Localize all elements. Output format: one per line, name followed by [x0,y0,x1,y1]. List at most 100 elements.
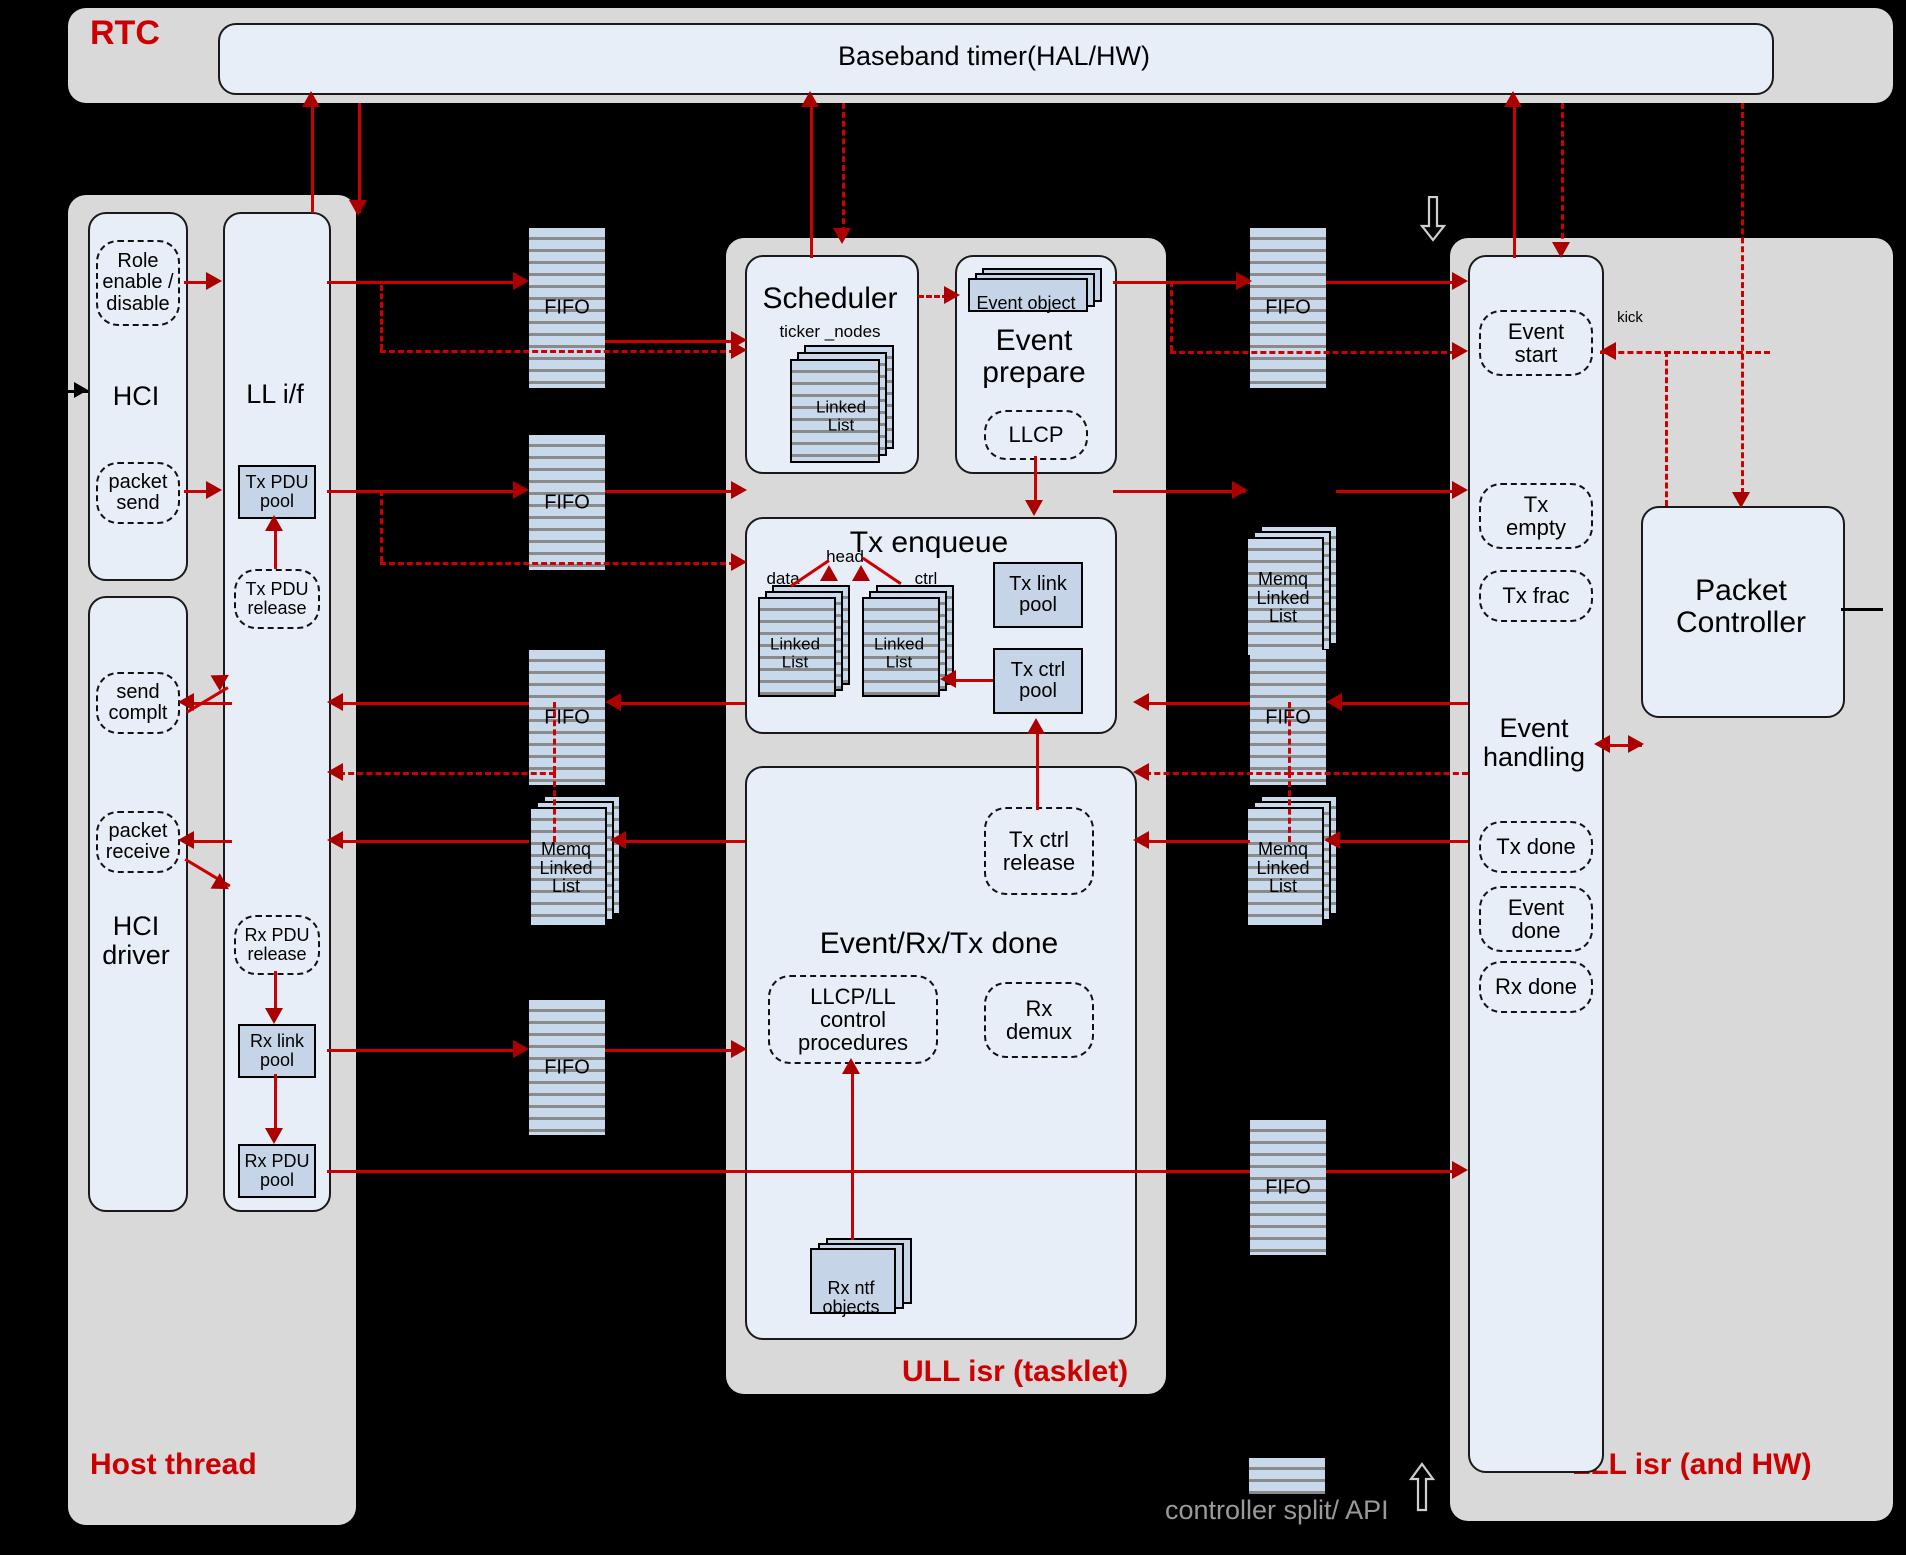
diagram-canvas: RTC Baseband timer(HAL/HW) Host thread H… [0,0,1906,1555]
llcp-ll-control-procedures-box: LLCP/LL control procedures [768,975,938,1064]
memq-label: Memq Linked List [1246,839,1320,897]
tx-ctrl-line2: List [885,652,913,672]
memq-line2: Linked [1256,857,1310,878]
scheduler-linked-list-stack: Linked List [790,345,894,463]
conn-rxdone-to-memq [1336,840,1468,843]
lane-label-lll-isr: LLL isr (and HW) [1572,1448,1812,1481]
linked-list-label: Linked List [790,397,892,435]
event-handling-title: Event handling [1468,714,1600,771]
memq-line2: Linked [539,857,593,878]
llcp-box: LLCP [984,410,1088,460]
conn-rxpdurelease-to-rxlink [274,971,277,1011]
conn-memq-to-txfrac [1336,490,1456,493]
tx-frac-box: Tx frac [1479,570,1593,622]
memq-line1: Memq [1257,568,1308,589]
arrow-txctrlrelease-to-pool [1027,718,1045,734]
conn-dashed-prepare-down [1170,281,1173,351]
rx-pdu-release-box: Rx PDU release [234,915,320,975]
fifo-ull-to-lll-prepare: FIFO [1250,228,1326,388]
event-done-line1: Event [1507,894,1565,920]
fifo-label: FIFO [544,296,590,319]
arrow-memq-to-ulldone [1133,831,1149,849]
conn-fifo-to-txenqueue [605,490,733,493]
rx-done-label: Rx done [1495,974,1577,1000]
packet-receive-line2: receive [105,841,171,863]
arrow-scheduler-to-rtc [801,91,819,107]
fifo-label: FIFO [1265,1176,1311,1199]
conn-memq-to-ulldone [1145,840,1250,843]
memq-line3: List [551,876,580,897]
rx-demux-line2: demux [1005,1019,1073,1044]
arrow-memq-to-txfrac [1452,481,1468,499]
conn-dashed-prepare-right [1170,351,1456,354]
arrow-head-data [820,565,838,581]
arrow-dashed-tx-to-enqueue [731,553,747,571]
tx-pdu-release-box: Tx PDU release [234,569,320,629]
conn-done-to-fifo-left [617,702,745,705]
arrow-txpdupool-to-fifo [513,481,529,499]
tx-done-box: Tx done [1479,821,1593,873]
tx-ctrl-pool-line2: pool [1019,680,1057,702]
arrow-llcp-to-txenqueue [1025,500,1043,516]
linked-list-line1: Linked [815,397,867,417]
fifo-label: FIFO [1265,296,1311,319]
memq-line2: Linked [1256,587,1310,608]
conn-kick-tail [1600,351,1670,354]
event-prepare-line2: prepare [982,355,1086,389]
conn-dashed-eventdone-right [1288,772,1468,775]
conn-kick-v [1665,351,1668,506]
tx-empty-line2: empty [1506,515,1566,540]
ticker-nodes-label: ticker _nodes [779,322,881,341]
packet-controller-line2: Controller [1675,605,1807,639]
conn-to-packetreceive [190,840,232,843]
tx-pdu-pool-line2: pool [259,491,295,511]
arrow-to-packetreceive [178,831,194,849]
rx-ntf-objects-stack: Rx ntf objects [810,1238,916,1318]
tx-ctrl-line1: Linked [873,634,925,654]
packet-receive-line1: packet [108,819,168,842]
tx-data-linked-list-stack: Linked List [758,585,850,697]
memq-label: Memq Linked List [1246,568,1320,626]
llcp-ll-line3: procedures [797,1030,909,1056]
conn-kick-h [1665,351,1770,354]
arrow-fifo-to-txenqueue [731,481,747,499]
event-handling-line2: handling [1482,741,1586,772]
tx-ctrl-release-line2: release [1002,850,1076,875]
event-prepare-title: Event prepare [955,325,1113,389]
conn-rxpdupool-to-bottomfifo [327,1170,1250,1173]
arrow-rtc-to-llif [349,200,367,216]
event-handling-line1: Event [1499,713,1569,743]
fifo-label: FIFO [544,491,590,514]
arrow-dashed-done-to-llif [327,763,343,781]
arrow-role-to-llif [206,272,222,290]
tx-link-pool-line1: Tx link [1009,572,1067,595]
conn-llcp-to-txenqueue [1034,456,1037,502]
arrow-scheduler-to-eventprepare [944,286,960,304]
conn-dashed-eventdone-up [1288,702,1291,772]
arrow-bottomfifo-to-lll [1452,1161,1468,1179]
rx-pdu-pool-box: Rx PDU pool [238,1144,316,1198]
conn-dashed-done-left [339,772,555,775]
conn-rtc-to-lll-down [1561,103,1564,248]
tx-data-line2: List [781,652,809,672]
conn-dashed-tx-down [380,490,383,562]
conn-txpdupool-to-fifo [327,490,515,493]
arrow-memq-to-llif-left [327,831,343,849]
memq-line1: Memq [540,838,591,859]
conn-txctrlrelease-to-pool [1036,730,1039,810]
conn-role-to-llif [184,281,208,284]
packet-controller-title: Packet Controller [1641,575,1841,639]
memq-lll-to-ull-rx: Memq Linked List [1246,795,1338,927]
tx-ctrl-release-line1: Tx ctrl [1009,826,1069,852]
conn-txctrlpool-to-list [952,679,993,682]
llcp-label: LLCP [1008,422,1064,448]
tx-done-label: Tx done [1496,834,1576,860]
conn-fifo-to-ulldone [1145,702,1250,705]
linked-list-line2: List [827,415,855,435]
memq-line3: List [1268,876,1297,897]
conn-lll-to-rtc-up [1513,103,1516,258]
conn-txpdurelease-to-pool [274,527,277,569]
conn-done-to-memq-left [622,840,745,843]
tx-pdu-release-line2: release [247,598,307,618]
arrow-external-to-hci [74,382,88,398]
